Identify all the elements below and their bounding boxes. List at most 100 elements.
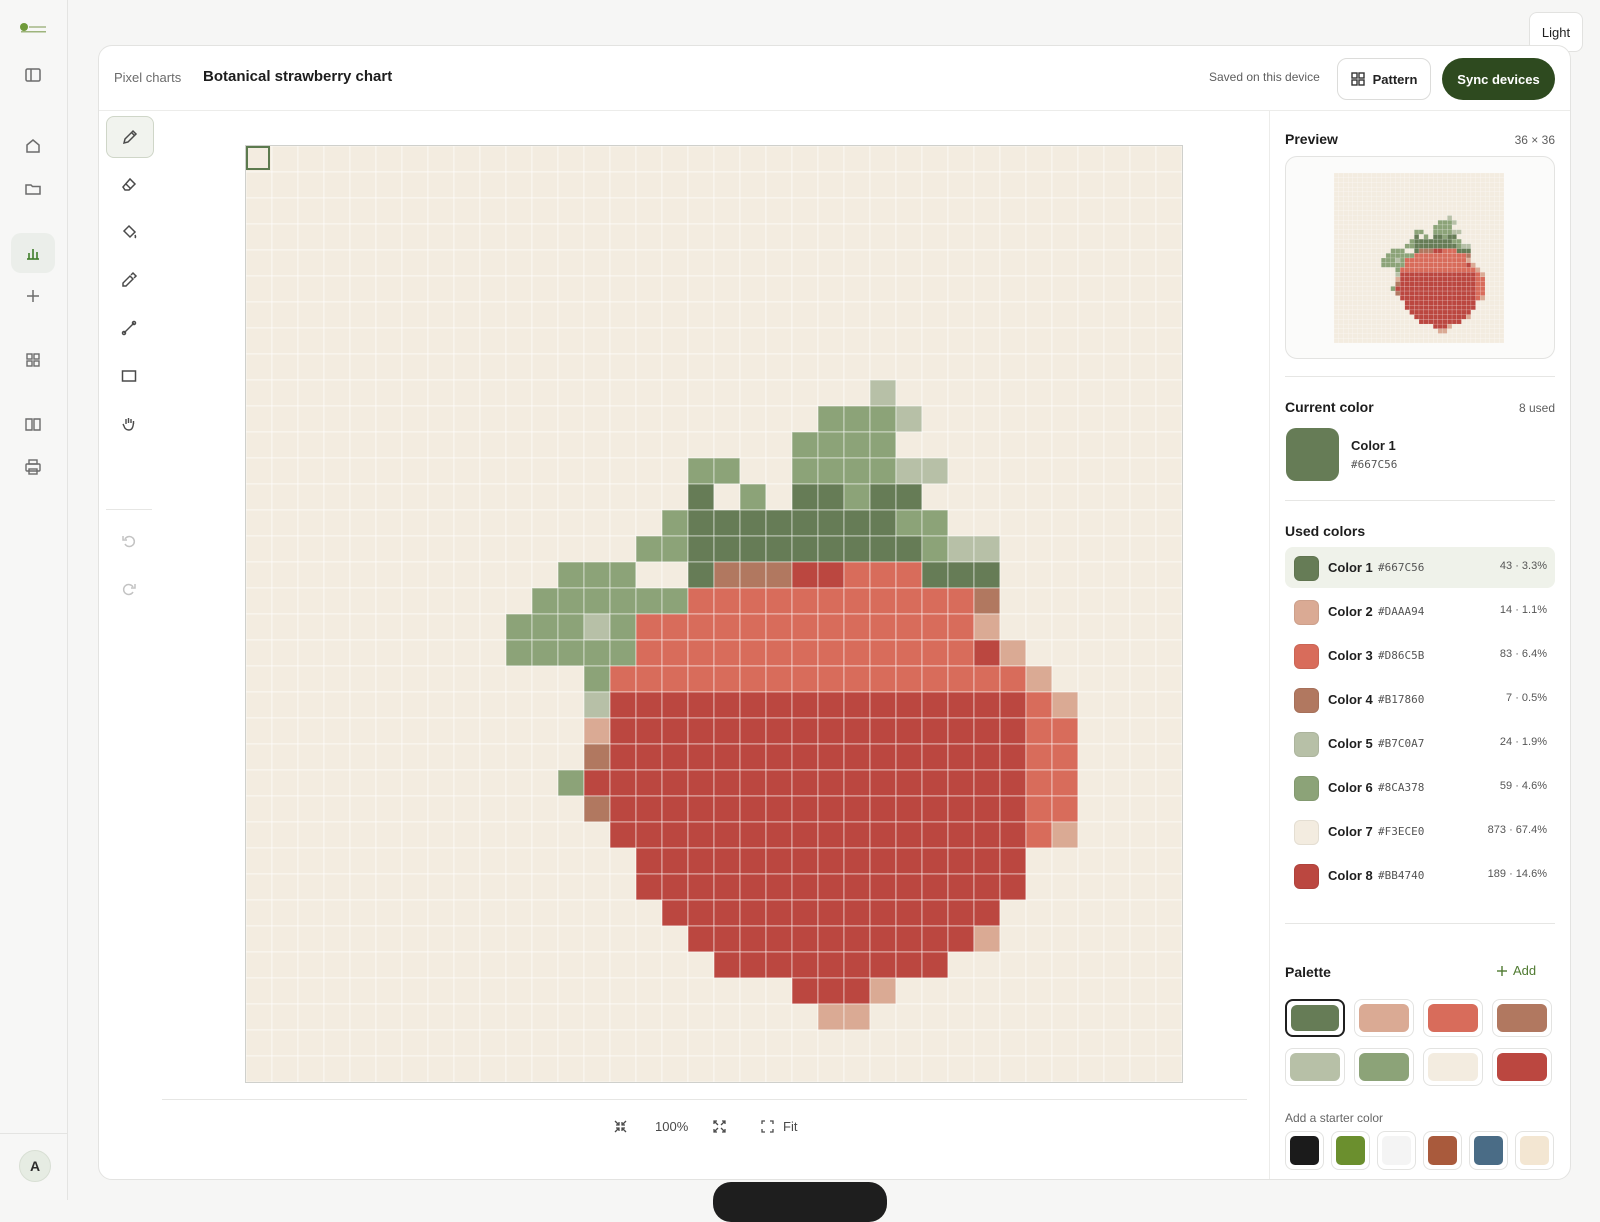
pixel-cell[interactable]	[401, 1029, 429, 1057]
pixel-cell[interactable]	[246, 925, 273, 953]
pixel-cell[interactable]	[505, 743, 533, 771]
palette-swatch[interactable]	[1354, 999, 1414, 1037]
pixel-cell[interactable]	[739, 431, 767, 459]
pixel-cell[interactable]	[869, 405, 897, 433]
pixel-cell[interactable]	[895, 717, 923, 745]
pixel-cell[interactable]	[1077, 509, 1105, 537]
pixel-cell[interactable]	[999, 925, 1027, 953]
pixel-cell[interactable]	[687, 483, 715, 511]
pixel-cell[interactable]	[765, 353, 793, 381]
pixel-cell[interactable]	[453, 301, 481, 329]
pixel-cell[interactable]	[791, 171, 819, 199]
pixel-cell[interactable]	[297, 1003, 325, 1031]
pixel-cell[interactable]	[869, 951, 897, 979]
pixel-cell[interactable]	[609, 769, 637, 797]
pixel-cell[interactable]	[1103, 977, 1131, 1005]
pixel-cell[interactable]	[843, 1003, 871, 1031]
pixel-cell[interactable]	[1155, 717, 1182, 745]
pixel-cell[interactable]	[791, 665, 819, 693]
pixel-cell[interactable]	[661, 977, 689, 1005]
pixel-cell[interactable]	[557, 561, 585, 589]
pixel-cell[interactable]	[635, 795, 663, 823]
pixel-cell[interactable]	[271, 223, 299, 251]
pixel-cell[interactable]	[1025, 1029, 1053, 1057]
pixel-cell[interactable]	[739, 821, 767, 849]
pixel-cell[interactable]	[479, 769, 507, 797]
pixel-cell[interactable]	[635, 691, 663, 719]
pixel-cell[interactable]	[349, 561, 377, 589]
pixel-cell[interactable]	[375, 1029, 403, 1057]
pixel-cell[interactable]	[375, 483, 403, 511]
pixel-cell[interactable]	[687, 146, 715, 173]
pixel-cell[interactable]	[973, 951, 1001, 979]
pixel-cell[interactable]	[895, 925, 923, 953]
pixel-cell[interactable]	[843, 275, 871, 303]
pixel-cell[interactable]	[635, 899, 663, 927]
pixel-cell[interactable]	[1025, 951, 1053, 979]
pixel-cell[interactable]	[453, 873, 481, 901]
pixel-cell[interactable]	[583, 1003, 611, 1031]
pixel-cell[interactable]	[921, 873, 949, 901]
pixel-cell[interactable]	[1103, 717, 1131, 745]
pixel-cell[interactable]	[817, 899, 845, 927]
pixel-cell[interactable]	[973, 301, 1001, 329]
pixel-cell[interactable]	[271, 457, 299, 485]
pixel-cell[interactable]	[999, 665, 1027, 693]
pixel-cell[interactable]	[895, 1003, 923, 1031]
pixel-cell[interactable]	[1129, 379, 1157, 407]
pixel-cell[interactable]	[999, 327, 1027, 355]
pixel-cell[interactable]	[401, 223, 429, 251]
pixel-cell[interactable]	[765, 717, 793, 745]
pixel-cell[interactable]	[1077, 717, 1105, 745]
pixel-cell[interactable]	[869, 457, 897, 485]
pixel-cell[interactable]	[401, 275, 429, 303]
pixel-cell[interactable]	[999, 587, 1027, 615]
pixel-cell[interactable]	[765, 899, 793, 927]
pixel-cell[interactable]	[1103, 457, 1131, 485]
pixel-cell[interactable]	[401, 847, 429, 875]
printer-icon[interactable]	[11, 447, 55, 487]
pixel-cell[interactable]	[531, 249, 559, 277]
pixel-cell[interactable]	[401, 873, 429, 901]
pixel-cell[interactable]	[271, 951, 299, 979]
pixel-cell[interactable]	[739, 509, 767, 537]
pixel-cell[interactable]	[323, 639, 351, 667]
pixel-cell[interactable]	[505, 613, 533, 641]
pixel-cell[interactable]	[401, 925, 429, 953]
pixel-cell[interactable]	[869, 743, 897, 771]
pixel-cell[interactable]	[271, 301, 299, 329]
pixel-cell[interactable]	[999, 561, 1027, 589]
pixel-cell[interactable]	[973, 1029, 1001, 1057]
pixel-cell[interactable]	[635, 275, 663, 303]
pixel-cell[interactable]	[739, 665, 767, 693]
pixel-cell[interactable]	[1129, 301, 1157, 329]
pixel-cell[interactable]	[401, 795, 429, 823]
pixel-cell[interactable]	[1051, 977, 1079, 1005]
pixel-cell[interactable]	[1103, 327, 1131, 355]
pixel-cell[interactable]	[947, 171, 975, 199]
pixel-cell[interactable]	[713, 639, 741, 667]
pixel-cell[interactable]	[531, 431, 559, 459]
pixel-cell[interactable]	[271, 847, 299, 875]
pixel-cell[interactable]	[505, 327, 533, 355]
chart-icon[interactable]	[11, 233, 55, 273]
pixel-cell[interactable]	[817, 873, 845, 901]
pixel-cell[interactable]	[531, 327, 559, 355]
pixel-cell[interactable]	[999, 821, 1027, 849]
pixel-cell[interactable]	[1077, 743, 1105, 771]
pixel-cell[interactable]	[739, 795, 767, 823]
pixel-cell[interactable]	[323, 561, 351, 589]
pixel-cell[interactable]	[999, 873, 1027, 901]
pixel-cell[interactable]	[453, 146, 481, 173]
pixel-cell[interactable]	[557, 223, 585, 251]
pixel-cell[interactable]	[1051, 795, 1079, 823]
pixel-cell[interactable]	[635, 223, 663, 251]
pixel-cell[interactable]	[297, 795, 325, 823]
pixel-cell[interactable]	[583, 509, 611, 537]
pixel-cell[interactable]	[713, 769, 741, 797]
pixel-cell[interactable]	[947, 1055, 975, 1082]
pixel-cell[interactable]	[1129, 146, 1157, 173]
pixel-cell[interactable]	[687, 899, 715, 927]
pixel-cell[interactable]	[661, 171, 689, 199]
pixel-cell[interactable]	[583, 873, 611, 901]
